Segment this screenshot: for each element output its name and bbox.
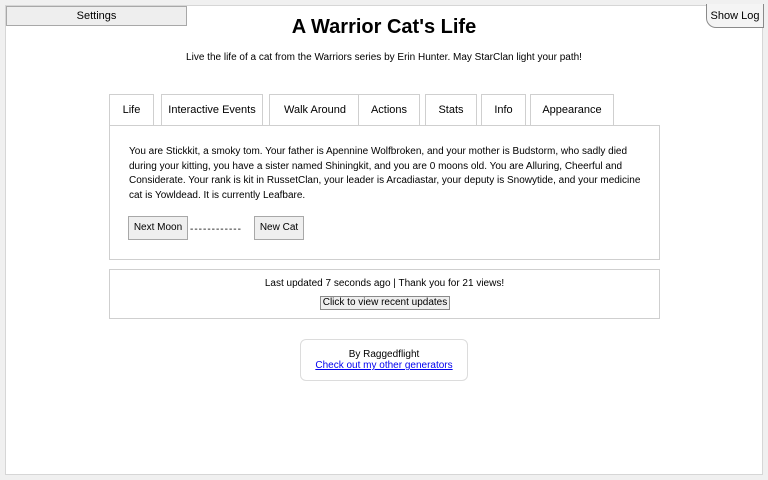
credits-box: By Raggedflight Check out my other gener… — [300, 339, 468, 381]
tab-interactive-events[interactable]: Interactive Events — [161, 94, 263, 126]
next-moon-button[interactable]: Next Moon — [128, 216, 188, 240]
life-story-text: You are Stickkit, a smoky tom. Your fath… — [129, 146, 641, 201]
tab-actions[interactable]: Actions — [358, 94, 420, 126]
tab-appearance[interactable]: Appearance — [530, 94, 614, 126]
tab-stats[interactable]: Stats — [425, 94, 477, 126]
tab-life[interactable]: Life — [109, 94, 154, 127]
tab-info[interactable]: Info — [481, 94, 526, 126]
updates-box: Last updated 7 seconds ago | Thank you f… — [109, 269, 660, 319]
life-panel: You are Stickkit, a smoky tom. Your fath… — [109, 125, 660, 260]
new-cat-button[interactable]: New Cat — [254, 216, 304, 240]
page-subtitle: Live the life of a cat from the Warriors… — [186, 52, 582, 63]
author-credit: By Raggedflight — [348, 349, 420, 360]
other-generators-link[interactable]: Check out my other generators — [301, 360, 467, 371]
last-updated-text: Last updated 7 seconds ago | Thank you f… — [264, 278, 505, 289]
tab-walk-around[interactable]: Walk Around — [269, 94, 361, 126]
recent-updates-button[interactable]: Click to view recent updates — [320, 296, 450, 310]
button-separator: ------------ — [190, 224, 242, 235]
page-title: A Warrior Cat's Life — [291, 16, 477, 38]
